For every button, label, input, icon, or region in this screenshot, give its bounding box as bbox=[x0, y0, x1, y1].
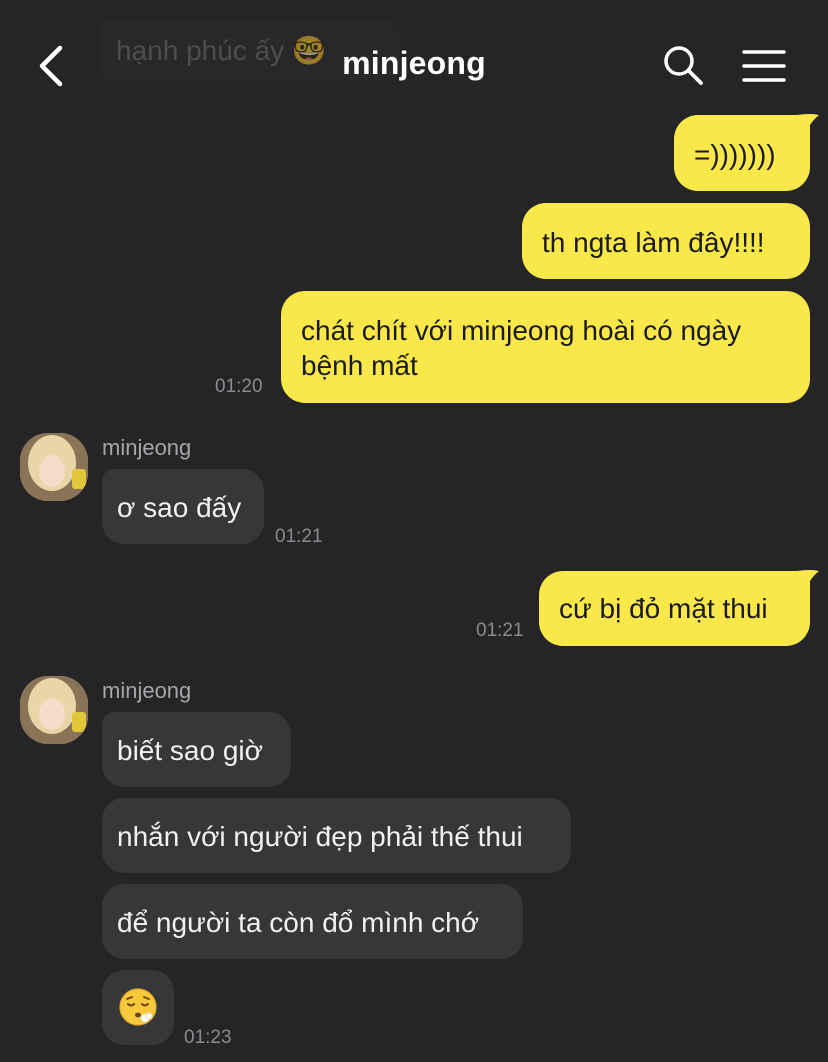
bubble-tail-icon bbox=[797, 114, 819, 133]
my-message-bubble[interactable]: th ngta làm đây!!!! bbox=[522, 203, 810, 279]
their-message-bubble[interactable]: biết sao giờ bbox=[102, 712, 291, 787]
message-text-line: bệnh mất bbox=[301, 350, 418, 381]
message-text: nhắn với người đẹp phải thế thui bbox=[117, 821, 523, 852]
their-emoji-bubble[interactable] bbox=[102, 970, 174, 1045]
face-exhaling-emoji-icon bbox=[119, 988, 157, 1026]
their-message-bubble[interactable]: nhắn với người đẹp phải thế thui bbox=[102, 798, 571, 873]
message-text: để người ta còn đổ mình chớ bbox=[117, 907, 480, 938]
sender-name: minjeong bbox=[102, 678, 192, 703]
their-message-bubble[interactable]: ơ sao đấy bbox=[102, 469, 264, 544]
message-text: ơ sao đấy bbox=[117, 492, 242, 523]
menu-icon[interactable] bbox=[742, 48, 786, 84]
message-text: =))))))) bbox=[694, 139, 776, 170]
their-message-bubble[interactable]: để người ta còn đổ mình chớ bbox=[102, 884, 523, 959]
chat-screen: hạnh phúc ấy 🤓 minjeong =))))))) th ngta… bbox=[0, 0, 828, 1062]
contact-avatar[interactable] bbox=[20, 676, 88, 744]
my-message-bubble[interactable]: chát chít với minjeong hoài có ngày bệnh… bbox=[281, 291, 810, 403]
my-message-bubble[interactable]: cứ bị đỏ mặt thui bbox=[539, 571, 810, 646]
avatar-photo-icon bbox=[20, 433, 88, 501]
my-message-bubble[interactable]: =))))))) bbox=[674, 115, 810, 191]
avatar-photo-icon bbox=[20, 676, 88, 744]
contact-avatar[interactable] bbox=[20, 433, 88, 501]
message-text-line: chát chít với minjeong hoài có ngày bbox=[301, 315, 742, 346]
message-text: cứ bị đỏ mặt thui bbox=[559, 593, 768, 624]
message-timestamp: 01:23 bbox=[184, 1027, 232, 1048]
search-icon[interactable] bbox=[662, 44, 704, 86]
message-text: th ngta làm đây!!!! bbox=[542, 227, 765, 258]
message-text: biết sao giờ bbox=[117, 735, 264, 766]
message-timestamp: 01:20 bbox=[215, 376, 263, 397]
bubble-tail-icon bbox=[797, 570, 819, 589]
sender-name: minjeong bbox=[102, 435, 192, 460]
message-timestamp: 01:21 bbox=[476, 620, 524, 641]
message-timestamp: 01:21 bbox=[275, 526, 323, 547]
